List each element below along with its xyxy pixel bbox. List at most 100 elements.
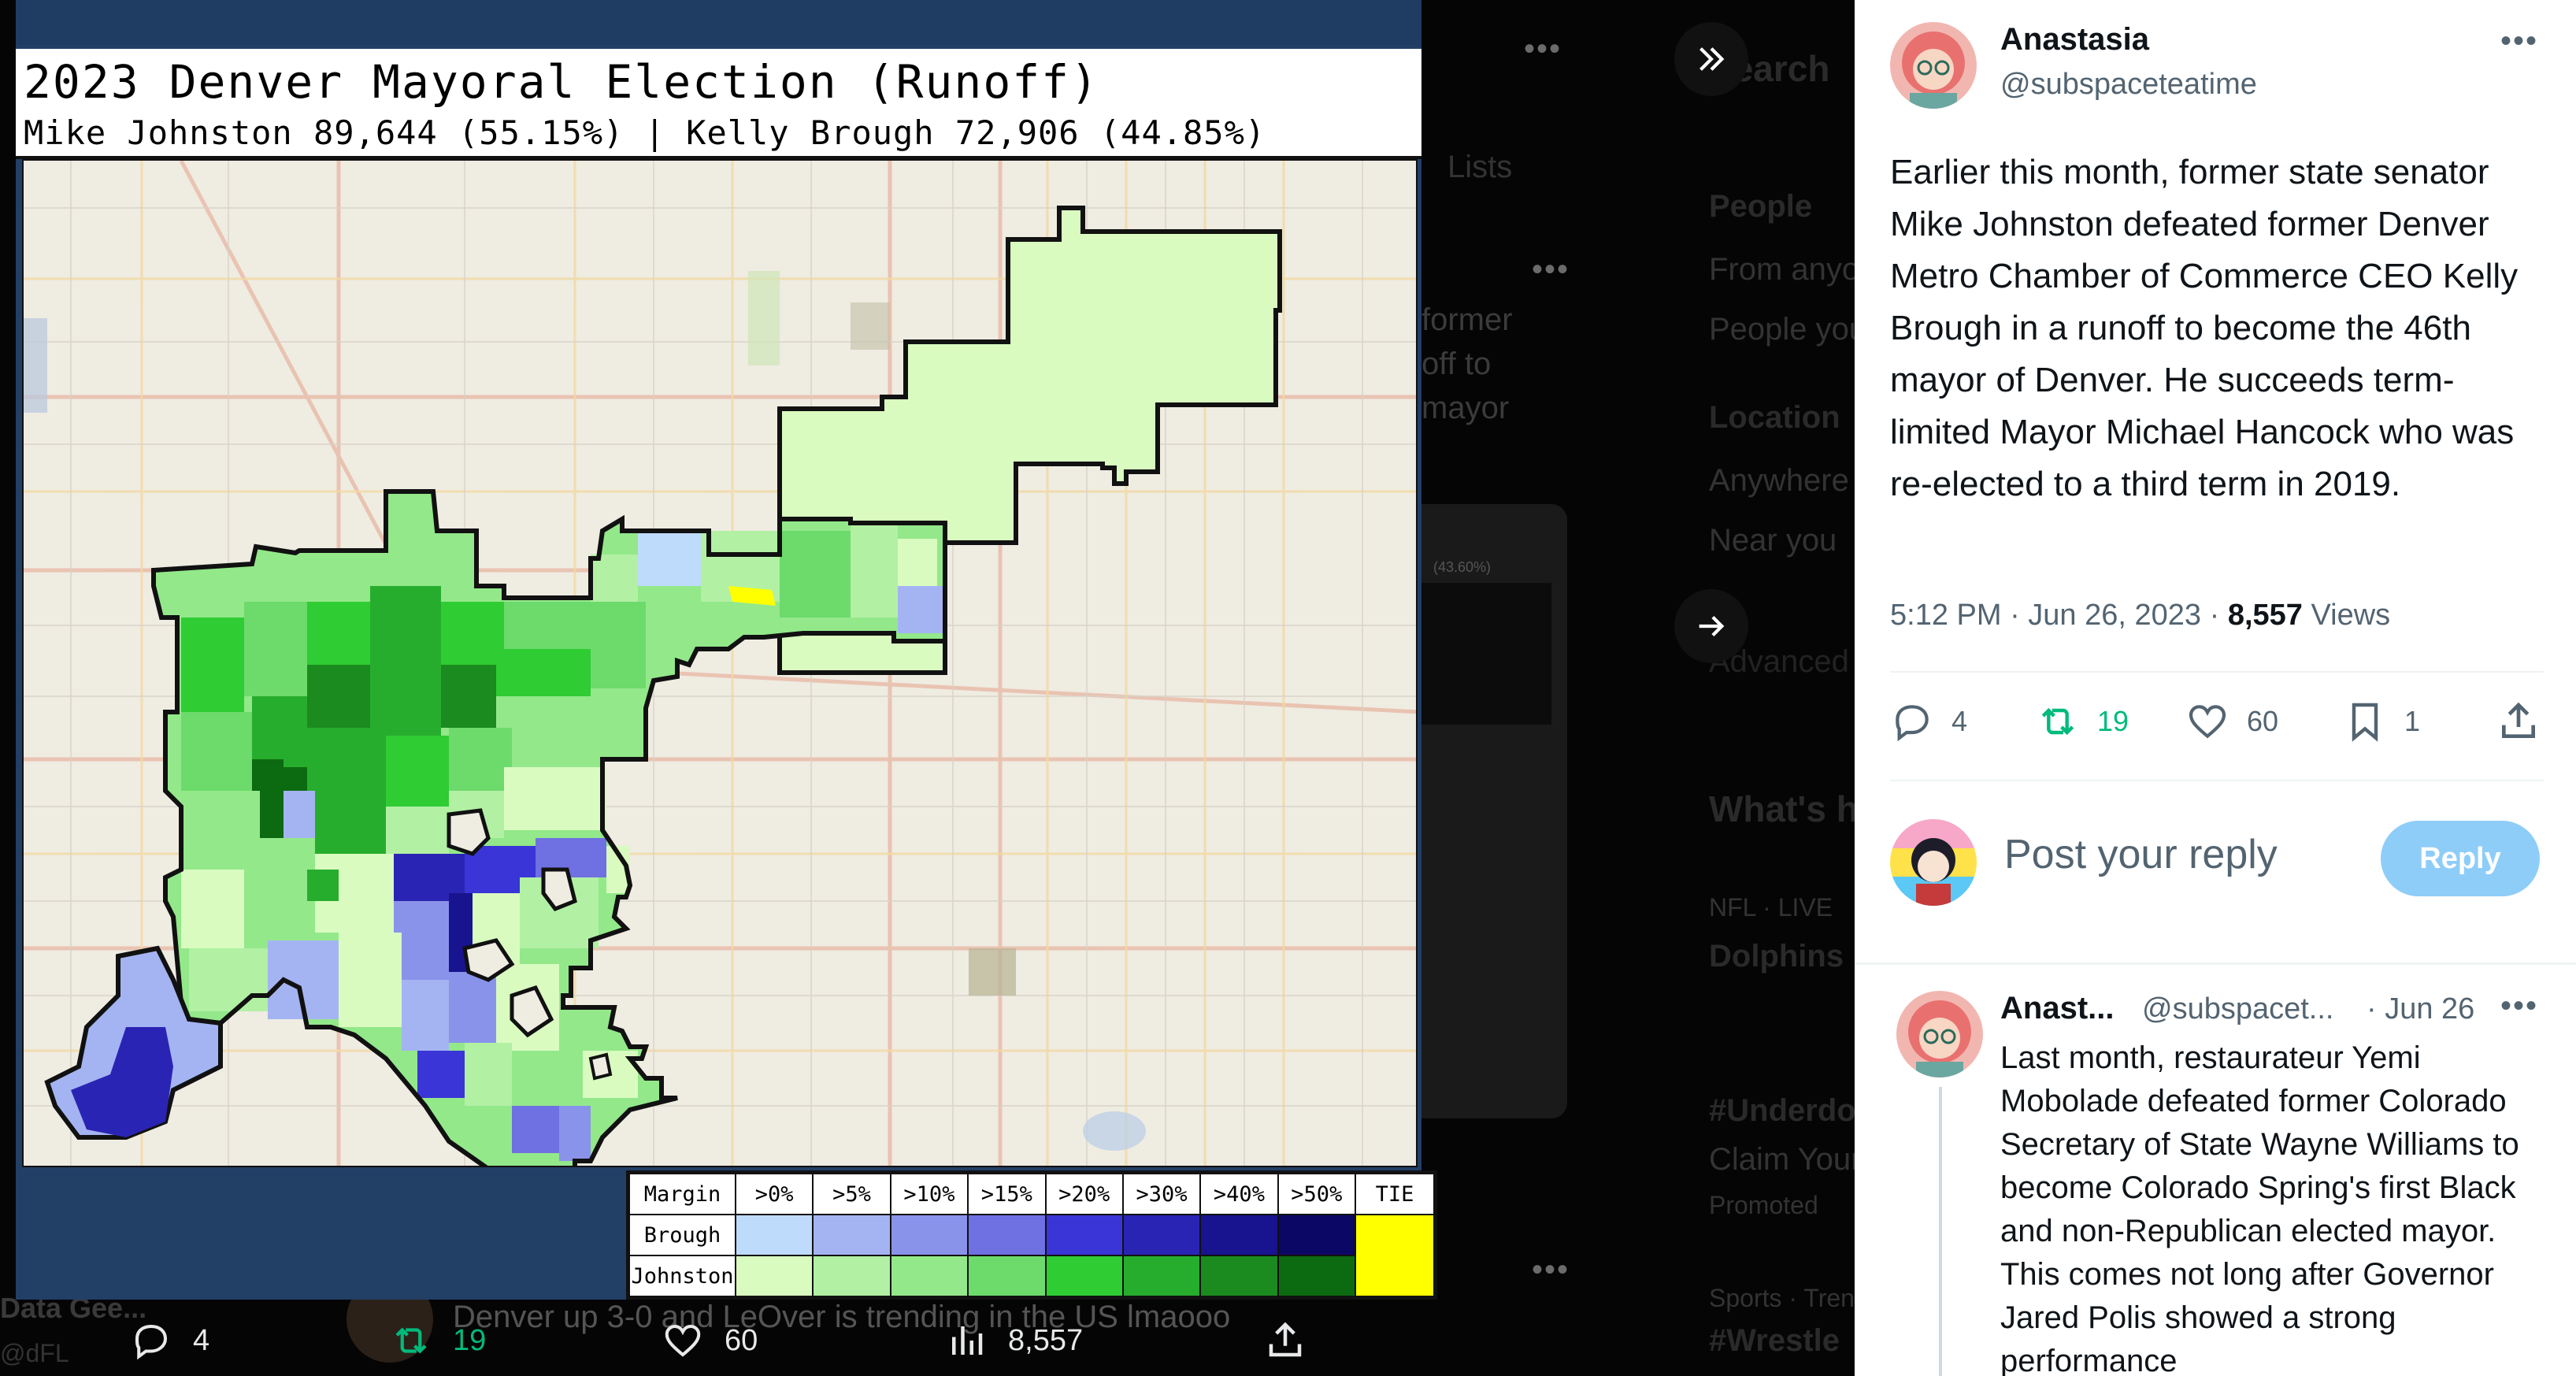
divider	[1890, 671, 2544, 673]
tweet-actions: 4 19 60 1	[1890, 699, 2544, 755]
author-handle[interactable]: @subspaceteatime	[2000, 68, 2257, 102]
legend-tie-swatch	[1355, 1214, 1435, 1297]
my-avatar[interactable]	[1890, 819, 1977, 906]
thread-line	[1939, 1087, 1942, 1376]
bg-more-icon-3: •••	[1532, 1252, 1570, 1287]
legend-swatch	[889, 1255, 969, 1297]
double-chevron-right-icon	[1699, 47, 1725, 71]
views-icon	[952, 1326, 983, 1355]
viewer-action-bar: 4 19 60 8,557	[0, 1311, 1855, 1376]
bg-location-opt1: Anywhere	[1709, 463, 1849, 498]
viewer-retweet-count: 19	[453, 1323, 487, 1357]
reply-more-icon[interactable]: •••	[2500, 988, 2538, 1024]
legend-col-1: >5%	[812, 1173, 891, 1215]
reply-input[interactable]: Post your reply	[2004, 831, 2278, 878]
bg-nfl: NFL · LIVE	[1709, 893, 1833, 922]
retweet-icon	[395, 1327, 427, 1354]
legend-swatch	[1277, 1214, 1357, 1256]
bookmark-icon	[2352, 703, 2378, 742]
legend-swatch	[967, 1214, 1047, 1256]
legend-col-4: >20%	[1044, 1173, 1124, 1215]
legend-swatch	[1121, 1214, 1202, 1256]
author-avatar[interactable]	[1890, 22, 1977, 109]
tweet-time[interactable]: 5:12 PM · Jun 26, 2023 ·	[1890, 599, 2228, 632]
tweet-text: Earlier this month, former state senator…	[1890, 153, 2519, 503]
bg-more-icon-2: •••	[1532, 252, 1570, 287]
reply-icon	[135, 1324, 168, 1360]
viewer-views-button[interactable]: 8,557	[945, 1319, 1083, 1362]
legend-swatch	[812, 1214, 891, 1256]
viewer-retweet-button[interactable]: 19	[390, 1319, 486, 1362]
share-button[interactable]	[2496, 699, 2558, 744]
legend-swatch	[1277, 1255, 1357, 1297]
legend-left-band	[16, 1170, 626, 1300]
bg-lists: Lists	[1447, 150, 1513, 184]
reply-author-handle[interactable]: @subspacet...	[2142, 992, 2333, 1026]
legend-swatch	[734, 1255, 814, 1297]
reply-submit-button[interactable]: Reply	[2381, 821, 2540, 896]
viewer-like-count: 60	[725, 1323, 758, 1357]
legend-header-label: Margin	[628, 1173, 736, 1215]
bg-more-icon: •••	[1524, 32, 1562, 66]
legend-col-7: >50%	[1277, 1173, 1357, 1215]
bg-promoted: Promoted	[1709, 1191, 1818, 1219]
viewer-reply-button[interactable]: 4	[130, 1319, 209, 1362]
legend-col-2: >10%	[889, 1173, 969, 1215]
reply-icon	[1896, 705, 1929, 742]
legend-swatch	[889, 1214, 969, 1256]
bookmark-button[interactable]: 1	[2343, 699, 2420, 744]
expand-panel-button[interactable]	[1674, 22, 1748, 96]
bg-off-to: off to	[1421, 347, 1492, 381]
retweet-icon	[2041, 707, 2074, 736]
precinct-map	[22, 159, 1418, 1167]
media-viewer: Search People From anyone People you fol…	[0, 0, 1855, 1376]
next-image-button[interactable]	[1674, 589, 1748, 663]
arrow-right-icon	[1699, 616, 1725, 636]
retweet-button[interactable]: 19	[2036, 699, 2129, 744]
reply-count: 4	[1951, 705, 1968, 737]
map-image: 2023 Denver Mayoral Election (Runoff) Mi…	[16, 0, 1437, 1300]
heart-icon	[665, 1324, 701, 1357]
viewer-like-button[interactable]: 60	[662, 1319, 758, 1362]
reply-button[interactable]: 4	[1890, 699, 1967, 744]
bookmark-count: 1	[2404, 705, 2421, 737]
reply-author-avatar[interactable]	[1896, 991, 1983, 1077]
legend-swatch	[1199, 1214, 1279, 1256]
bg-mayor: mayor	[1421, 391, 1510, 425]
map-svg	[24, 161, 1416, 1166]
legend-col-3: >15%	[967, 1173, 1047, 1215]
reply-date[interactable]: · Jun 26	[2367, 992, 2474, 1026]
legend-swatch	[967, 1255, 1047, 1297]
bg-people-opt1: From anyone	[1709, 252, 1855, 287]
legend-swatch	[1044, 1214, 1124, 1256]
author-name[interactable]: Anastasia	[2000, 22, 2149, 57]
bg-people-opt2: People you follow	[1709, 312, 1855, 347]
legend-col-0: >0%	[734, 1173, 814, 1215]
bg-whats: What's happening	[1709, 788, 1855, 829]
legend-col-5: >30%	[1121, 1173, 1202, 1215]
like-button[interactable]: 60	[2185, 699, 2278, 744]
heart-icon	[2189, 705, 2226, 739]
map-subtitle: Mike Johnston 89,644 (55.15%) | Kelly Br…	[24, 113, 1266, 152]
legend-col-6: >40%	[1199, 1173, 1279, 1215]
viewer-views-count: 8,557	[1008, 1323, 1084, 1357]
retweet-count: 19	[2097, 705, 2129, 737]
legend-row-johnston: Johnston	[628, 1255, 736, 1297]
tweet-meta: 5:12 PM · Jun 26, 2023 · 8,557 Views	[1890, 599, 2390, 632]
bg-claim: Claim Your	[1709, 1142, 1855, 1177]
viewer-reply-count: 4	[193, 1323, 210, 1357]
divider	[1855, 962, 2576, 965]
tweet-panel: Anastasia @subspaceteatime ••• Earlier t…	[1855, 0, 2576, 1376]
map-top-band	[16, 0, 1421, 46]
avatar-image	[1896, 991, 1983, 1077]
reply-author-name[interactable]: Anast...	[2000, 991, 2114, 1026]
bg-percent-snippet: (43.60%)	[1433, 559, 1492, 575]
share-icon	[1269, 1322, 1302, 1357]
legend-swatch	[1199, 1255, 1279, 1297]
viewer-share-button[interactable]	[1264, 1319, 1327, 1362]
bg-location-heading: Location	[1709, 400, 1840, 435]
legend-swatch	[812, 1255, 891, 1297]
more-icon[interactable]: •••	[2500, 24, 2538, 59]
reply-text: Last month, restaurateur Yemi Mobolade d…	[2000, 1040, 2519, 1376]
share-icon	[2502, 702, 2535, 738]
